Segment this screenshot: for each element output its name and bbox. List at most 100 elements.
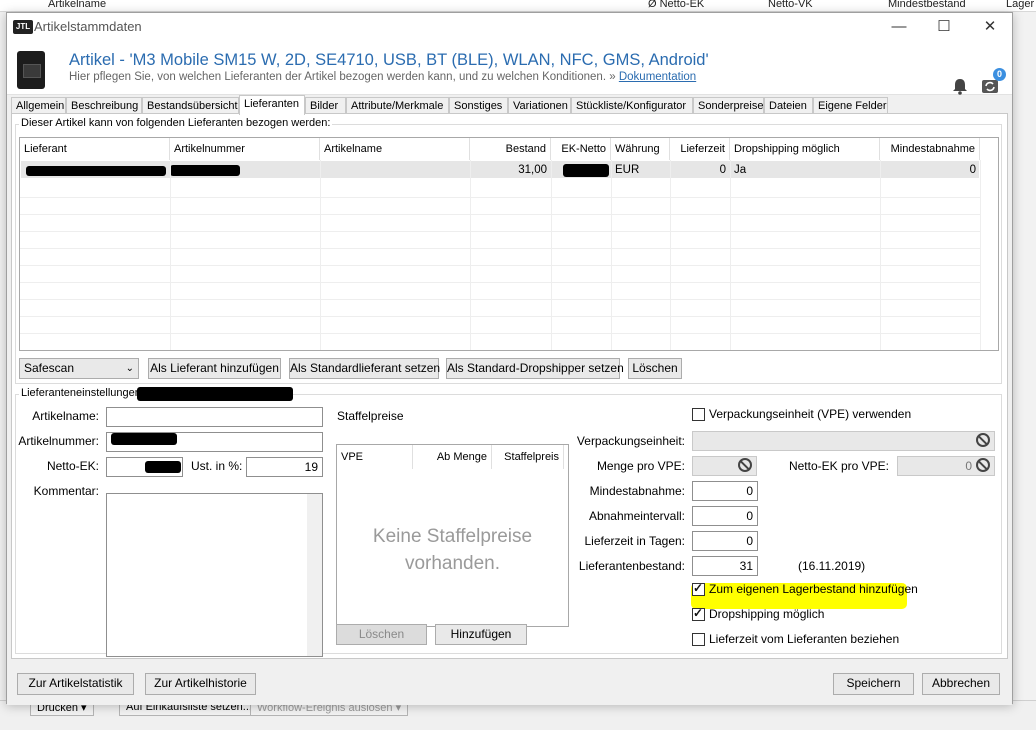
tab-dateien[interactable]: Dateien (764, 97, 813, 114)
not-allowed-icon (976, 433, 990, 447)
maximize-button[interactable]: ☐ (929, 16, 959, 38)
delete-supplier-button[interactable]: Löschen (628, 358, 682, 379)
supplier-select-value: Safescan (24, 361, 75, 375)
tab-lieferanten[interactable]: Lieferanten (239, 95, 305, 115)
cell-mindestabnahme: 0 (969, 164, 976, 176)
article-statistics-button[interactable]: Zur Artikelstatistik (17, 673, 134, 695)
col-ab-menge[interactable]: Ab Menge (413, 445, 492, 469)
artikelname-label: Artikelname: (32, 409, 99, 423)
col-dropshipping[interactable]: Dropshipping möglich (730, 138, 880, 160)
menge-vpe-field (692, 456, 757, 476)
tab-beschreibung[interactable]: Beschreibung (66, 97, 142, 114)
vpe-label: Verpackungseinheit: (576, 434, 685, 448)
tab-stueckliste[interactable]: Stückliste/Konfigurator (571, 97, 693, 114)
col-lieferzeit[interactable]: Lieferzeit (670, 138, 730, 160)
abnahmeintervall-label: Abnahmeintervall: (588, 509, 685, 523)
col-artikelname[interactable]: Artikelname (320, 138, 470, 160)
tab-sonstiges[interactable]: Sonstiges (449, 97, 508, 114)
cancel-button[interactable]: Abbrechen (922, 673, 1000, 695)
settings-label-text: Lieferanteneinstellungen (21, 387, 141, 399)
bg-col-lager: Lager (1006, 0, 1035, 10)
staffel-add-button[interactable]: Hinzufügen (435, 624, 527, 645)
subtitle-text: Hier pflegen Sie, von welchen Lieferante… (69, 71, 607, 83)
bell-icon[interactable] (951, 77, 969, 95)
grid-line (20, 282, 980, 283)
article-title: Artikel - 'M3 Mobile SM15 W, 2D, SE4710,… (69, 51, 709, 69)
close-button[interactable]: ✕ (975, 16, 1005, 38)
col-vpe[interactable]: VPE (337, 445, 413, 469)
supplier-select[interactable]: Safescan ⌄ (19, 358, 139, 379)
save-button[interactable]: Speichern (833, 673, 914, 695)
grid-line (20, 265, 980, 266)
redaction-artikelnummer (170, 165, 240, 176)
not-allowed-icon (976, 458, 990, 472)
abnahmeintervall-field[interactable]: 0 (692, 506, 758, 526)
ust-label: Ust. in %: (191, 459, 243, 473)
tab-allgemein[interactable]: Allgemein (11, 97, 66, 114)
lieferzeit-field[interactable]: 0 (692, 531, 758, 551)
minimize-button[interactable]: — (884, 16, 914, 38)
set-standard-dropshipper-button[interactable]: Als Standard-Dropshipper setzen (446, 358, 624, 379)
vpe-checkbox[interactable] (692, 408, 705, 421)
grid-line (20, 214, 980, 215)
lieferzeit-label: Lieferzeit in Tagen: (584, 534, 685, 548)
supplier-grid[interactable]: Lieferant Artikelnummer Artikelname Best… (19, 137, 999, 351)
col-bestand[interactable]: Bestand (470, 138, 551, 160)
kommentar-field[interactable] (106, 493, 323, 657)
tab-attribute[interactable]: Attribute/Merkmale (346, 97, 449, 114)
grid-line (20, 316, 980, 317)
tab-bestandsuebersicht[interactable]: Bestandsübersicht (142, 97, 239, 114)
redaction-artikelnummer-field (111, 433, 177, 445)
lieferantenbestand-field[interactable]: 31 (692, 556, 758, 576)
col-artikelnummer[interactable]: Artikelnummer (170, 138, 320, 160)
doc-prefix: » (609, 71, 616, 83)
article-history-button[interactable]: Zur Artikelhistorie (145, 673, 256, 695)
tab-bilder[interactable]: Bilder (305, 97, 346, 114)
product-image (17, 51, 45, 89)
window-title: Artikelstammdaten (34, 19, 142, 34)
col-lieferant[interactable]: Lieferant (20, 138, 170, 160)
netto-ek-vpe-label: Netto-EK pro VPE: (788, 459, 889, 473)
supplier-group-label: Dieser Artikel kann von folgenden Liefer… (19, 117, 333, 129)
col-waehrung[interactable]: Währung (611, 138, 670, 160)
lieferzeit-supplier-checkbox[interactable] (692, 633, 705, 646)
lieferzeit-supplier-checkbox-label: Lieferzeit vom Lieferanten beziehen (709, 632, 900, 646)
cell-bestand: 31,00 (518, 164, 547, 176)
scrollbar[interactable] (307, 494, 322, 656)
vpe-field (692, 431, 995, 451)
background-grid-header: Artikelname Ø Netto-EK Netto-VK Mindestb… (0, 0, 1036, 12)
notification-badge: 0 (993, 68, 1006, 81)
grid-vline (320, 160, 321, 350)
dialog-header: Artikel - 'M3 Mobile SM15 W, 2D, SE4710,… (7, 41, 1012, 95)
lagerbestand-checkbox[interactable] (692, 581, 705, 596)
set-standard-supplier-button[interactable]: Als Standardlieferant setzen (289, 358, 440, 379)
redaction-settings-supplier (137, 387, 293, 401)
dropshipping-checkbox-label: Dropshipping möglich (709, 607, 825, 621)
grid-line (20, 299, 980, 300)
tab-sonderpreise[interactable]: Sonderpreise (693, 97, 764, 114)
col-mindestabnahme[interactable]: Mindestabnahme (880, 138, 980, 160)
redaction-lieferant (26, 166, 166, 176)
ust-field[interactable]: 19 (246, 457, 323, 477)
article-subtitle: Hier pflegen Sie, von welchen Lieferante… (69, 71, 696, 83)
staffel-delete-button: Löschen (336, 624, 427, 645)
cell-waehrung: EUR (615, 164, 640, 176)
add-supplier-button[interactable]: Als Lieferant hinzufügen (148, 358, 281, 379)
mindestabnahme-field[interactable]: 0 (692, 481, 758, 501)
no-staffelpreise-message: Keine Staffelpreise vorhanden. (372, 526, 533, 574)
col-staffelpreis[interactable]: Staffelpreis (492, 445, 564, 469)
artikelname-field[interactable] (106, 407, 323, 427)
tab-variationen[interactable]: Variationen (508, 97, 571, 114)
redaction-netto-ek (145, 461, 181, 473)
documentation-link[interactable]: Dokumentation (619, 71, 696, 83)
kommentar-label: Kommentar: (33, 484, 99, 498)
dropshipping-checkbox[interactable] (692, 606, 705, 621)
grid-vline (980, 160, 981, 350)
grid-line (20, 333, 980, 334)
cell-dropshipping: Ja (734, 164, 747, 176)
col-ek-netto[interactable]: EK-Netto (551, 138, 611, 160)
tab-eigene-felder[interactable]: Eigene Felder (813, 97, 888, 114)
bg-col-netto-ek: Ø Netto-EK (648, 0, 705, 10)
netto-ek-vpe-field: 0 (897, 456, 995, 476)
staffelpreise-grid[interactable]: VPE Ab Menge Staffelpreis Keine Staffelp… (336, 444, 569, 627)
